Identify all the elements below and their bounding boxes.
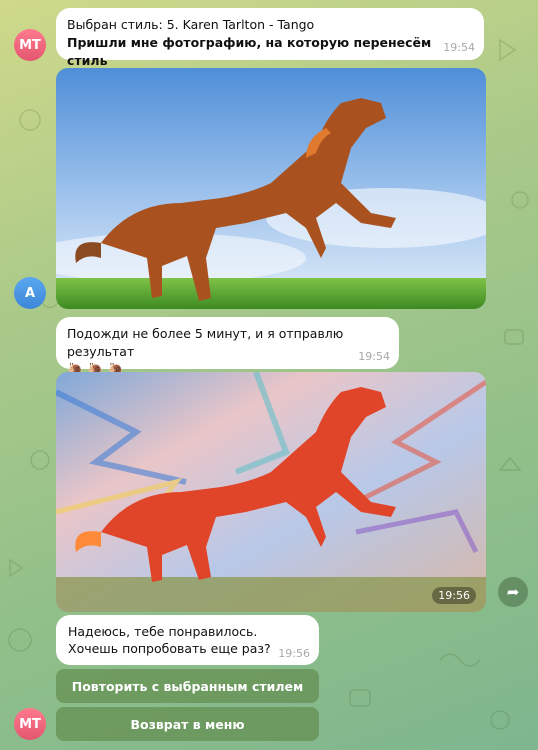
stylized-photo-horse[interactable]: 19:56: [56, 372, 486, 612]
message-text: Хочешь попробовать еще раз?: [68, 641, 271, 656]
avatar-bot[interactable]: MT: [14, 708, 46, 740]
repeat-style-button[interactable]: Повторить с выбранным стилем: [56, 669, 319, 703]
share-arrow-icon: ➦: [506, 583, 520, 601]
message-bubble: Подожди не более 5 минут, и я отправлю р…: [56, 317, 399, 378]
message-time: 19:54: [443, 41, 475, 54]
message-text: Выбран стиль: 5. Karen Tarlton - Tango: [67, 17, 315, 32]
back-to-menu-button[interactable]: Возврат в меню: [56, 707, 319, 741]
photo-time: 19:56: [432, 587, 476, 604]
message-bubble: Надеюсь, тебе понравилось. Хочешь попроб…: [56, 615, 319, 665]
avatar-user[interactable]: A: [14, 277, 46, 309]
avatar-bot[interactable]: MT: [14, 29, 46, 61]
message-bubble: Выбран стиль: 5. Karen Tarlton - Tango П…: [56, 8, 484, 68]
message-text: Подожди не более 5 минут, и я отправлю р…: [67, 326, 344, 359]
message-text: Надеюсь, тебе понравилось.: [68, 624, 258, 639]
message-text-bold: Пришли мне фотографию, на которую перене…: [67, 35, 432, 68]
message-time: 19:54: [358, 350, 390, 363]
message-time: 19:56: [278, 647, 310, 660]
forward-button[interactable]: ➦: [498, 577, 528, 607]
photo-horse[interactable]: [56, 68, 486, 309]
